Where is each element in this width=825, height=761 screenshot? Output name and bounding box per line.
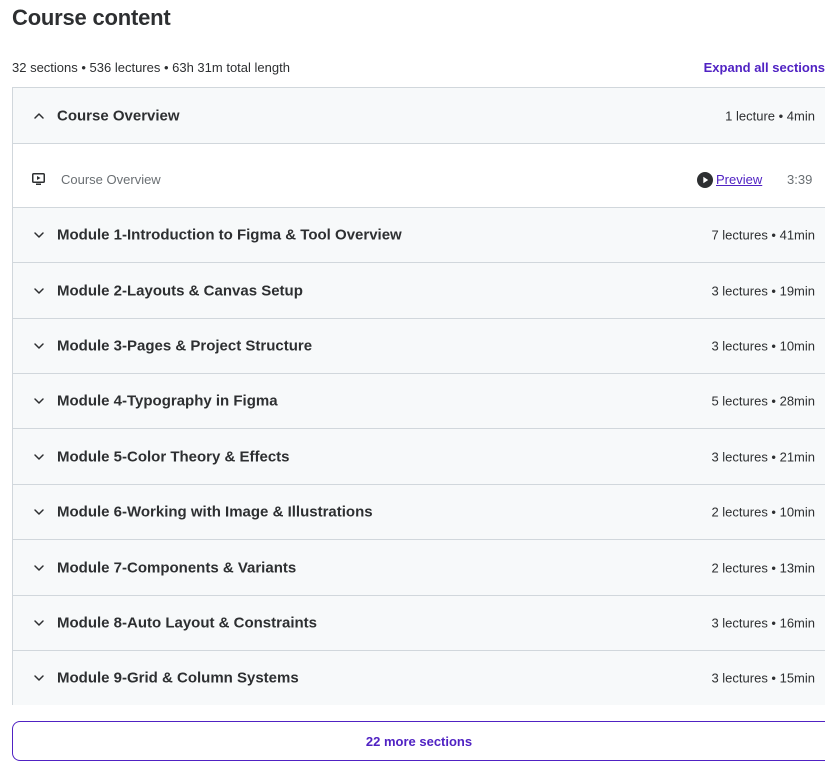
section-stats: 2 lectures • 10min (711, 504, 815, 520)
chevron-down-icon (33, 672, 45, 684)
section-title: Module 6-Working with Image & Illustrati… (57, 503, 373, 521)
section-header-module-7[interactable]: Module 7-Components & Variants 2 lecture… (13, 540, 825, 596)
expand-all-sections-button[interactable]: Expand all sections (704, 60, 825, 75)
section-stats: 3 lectures • 19min (711, 283, 815, 298)
sections-accordion: Course Overview 1 lecture • 4min Course … (12, 87, 825, 705)
section-header-module-8[interactable]: Module 8-Auto Layout & Constraints 3 lec… (13, 596, 825, 651)
section-title: Module 1-Introduction to Figma & Tool Ov… (57, 226, 402, 244)
section-header-module-4[interactable]: Module 4-Typography in Figma 5 lectures … (13, 374, 825, 429)
more-sections-button[interactable]: 22 more sections (12, 721, 825, 761)
section-stats: 5 lectures • 28min (711, 393, 815, 409)
chevron-down-icon (33, 395, 45, 407)
section-header-module-3[interactable]: Module 3-Pages & Project Structure 3 lec… (13, 319, 825, 374)
lecture-title: Course Overview (61, 172, 161, 187)
section-header-module-6[interactable]: Module 6-Working with Image & Illustrati… (13, 485, 825, 540)
course-summary: 32 sections • 536 lectures • 63h 31m tot… (12, 60, 290, 75)
section-stats: 2 lectures • 13min (711, 560, 815, 575)
section-header-module-5[interactable]: Module 5-Color Theory & Effects 3 lectur… (13, 429, 825, 485)
play-icon[interactable] (697, 172, 713, 188)
lecture-item: Course Overview Preview 3:39 (13, 144, 825, 208)
section-stats: 3 lectures • 21min (711, 449, 815, 464)
section-title: Module 8-Auto Layout & Constraints (57, 614, 317, 632)
section-title: Module 9-Grid & Column Systems (57, 669, 299, 687)
section-title: Course Overview (57, 107, 180, 124)
section-stats: 3 lectures • 10min (711, 338, 815, 354)
chevron-down-icon (33, 617, 45, 629)
video-icon (32, 173, 45, 185)
course-meta-row: 32 sections • 536 lectures • 63h 31m tot… (12, 60, 825, 76)
section-header-module-9[interactable]: Module 9-Grid & Column Systems 3 lecture… (13, 651, 825, 705)
section-stats: 1 lecture • 4min (725, 108, 815, 123)
section-title: Module 4-Typography in Figma (57, 392, 278, 410)
section-stats: 7 lectures • 41min (711, 227, 815, 243)
section-stats: 3 lectures • 15min (711, 670, 815, 686)
section-header-course-overview[interactable]: Course Overview 1 lecture • 4min (13, 88, 825, 144)
lecture-duration: 3:39 (787, 172, 813, 187)
chevron-down-icon (33, 562, 45, 574)
page-title: Course content (12, 5, 171, 30)
chevron-down-icon (33, 285, 45, 297)
section-title: Module 7-Components & Variants (57, 559, 297, 576)
chevron-down-icon (33, 451, 45, 463)
section-header-module-1[interactable]: Module 1-Introduction to Figma & Tool Ov… (13, 208, 825, 263)
chevron-down-icon (33, 229, 45, 241)
section-title: Module 5-Color Theory & Effects (57, 448, 290, 465)
section-title: Module 2-Layouts & Canvas Setup (57, 282, 303, 299)
preview-link[interactable]: Preview (716, 172, 762, 187)
section-header-module-2[interactable]: Module 2-Layouts & Canvas Setup 3 lectur… (13, 263, 825, 319)
chevron-down-icon (33, 340, 45, 352)
section-title: Module 3-Pages & Project Structure (57, 337, 313, 355)
chevron-down-icon (33, 506, 45, 518)
section-stats: 3 lectures • 16min (711, 615, 815, 631)
chevron-up-icon (33, 110, 45, 122)
